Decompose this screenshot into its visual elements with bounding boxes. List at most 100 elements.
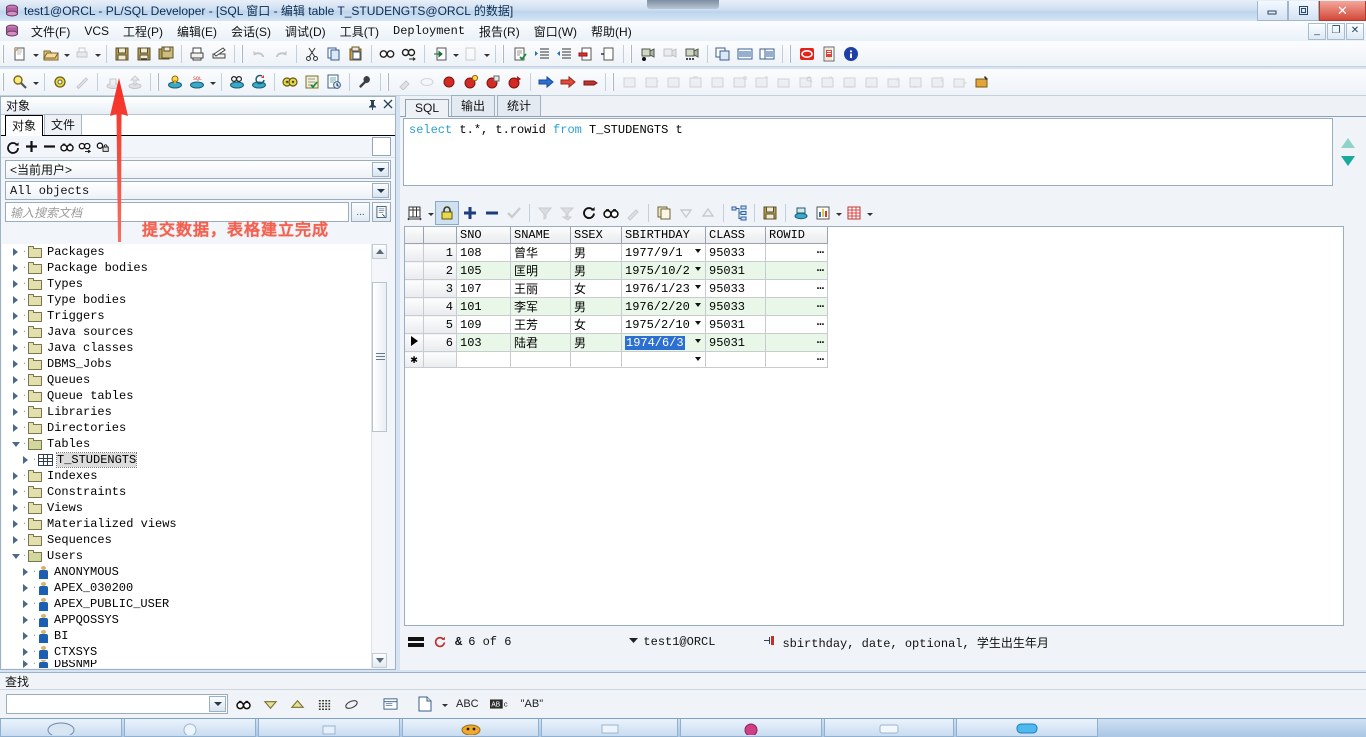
cell-sno[interactable]: 107: [456, 279, 511, 298]
insert-row-icon[interactable]: [459, 202, 481, 224]
save-grid-icon[interactable]: [759, 202, 781, 224]
cell-sno[interactable]: 101: [456, 297, 511, 316]
open-icon[interactable]: [40, 43, 62, 65]
save-icon[interactable]: [111, 43, 133, 65]
expander-icon[interactable]: [10, 296, 21, 304]
tree-item-java-sources[interactable]: · Java sources: [2, 324, 374, 340]
table-row[interactable]: 1 108 曾华 男 1977/9/1 95033 ⋯: [405, 243, 828, 262]
expander-icon[interactable]: [20, 456, 31, 464]
tree-item-tables[interactable]: · Tables: [2, 436, 374, 452]
table-row[interactable]: 4 101 李军 男 1976/2/20 95033 ⋯: [405, 297, 828, 316]
uncomment-icon[interactable]: [597, 43, 619, 65]
toolbar-grip-1[interactable]: [2, 44, 7, 63]
chevron-down-icon[interactable]: [692, 335, 704, 346]
step-icon[interactable]: [659, 43, 681, 65]
import-icon[interactable]: [429, 43, 451, 65]
search-icon[interactable]: [600, 202, 622, 224]
tab-objects[interactable]: 对象: [5, 115, 44, 136]
expander-icon[interactable]: [10, 328, 21, 336]
test-icon[interactable]: [279, 71, 301, 93]
minus-icon[interactable]: [40, 138, 58, 156]
find-case-abc-label[interactable]: ABC: [452, 693, 483, 715]
expander-icon[interactable]: [20, 600, 31, 608]
cell-rowid[interactable]: ⋯: [765, 243, 828, 262]
obj13-icon[interactable]: [883, 71, 905, 93]
grid-mode-icon[interactable]: [404, 633, 429, 651]
outdent-icon[interactable]: [553, 43, 575, 65]
expander-icon[interactable]: [10, 504, 21, 512]
tree-item-ctxsys[interactable]: · CTXSYS: [2, 644, 374, 660]
plus-icon[interactable]: [22, 138, 40, 156]
close-button[interactable]: ✕: [1319, 1, 1366, 21]
table-view-dropdown-arrow[interactable]: [865, 202, 874, 224]
cell-class[interactable]: 95033: [705, 297, 766, 316]
tree-item-sequences[interactable]: · Sequences: [2, 532, 374, 548]
expander-icon[interactable]: [10, 344, 21, 352]
cell-ssex[interactable]: 男: [570, 297, 622, 316]
grid-col-class[interactable]: CLASS: [705, 227, 766, 244]
minimize-button[interactable]: [1257, 1, 1288, 21]
comment-icon[interactable]: [575, 43, 597, 65]
expander-icon[interactable]: [10, 376, 21, 384]
chevron-down-icon[interactable]: [209, 696, 226, 712]
zoom-icon[interactable]: [9, 71, 31, 93]
find-input[interactable]: [6, 694, 228, 714]
chevron-down-icon[interactable]: [372, 162, 389, 177]
cell-rowid[interactable]: ⋯: [765, 297, 828, 316]
menu-project[interactable]: 工程(P): [116, 21, 170, 42]
grid-col-sname[interactable]: SNAME: [510, 227, 571, 244]
chart-dropdown-arrow[interactable]: [834, 202, 843, 224]
list-window-icon[interactable]: [734, 43, 756, 65]
sql-editor[interactable]: select t.*, t.rowid from T_STUDENGTS t: [403, 118, 1333, 186]
bp1-icon[interactable]: [438, 71, 460, 93]
sort-asc-icon[interactable]: [697, 202, 719, 224]
report-icon[interactable]: [323, 71, 345, 93]
chevron-down-icon[interactable]: [692, 317, 704, 328]
mdi-close-button[interactable]: ✕: [1346, 23, 1364, 40]
export-disabled-icon[interactable]: [460, 43, 482, 65]
tree-item-packages[interactable]: · Packages: [2, 244, 374, 260]
chevron-down-icon[interactable]: [629, 635, 639, 649]
tree-item-package-bodies[interactable]: · Package bodies: [2, 260, 374, 276]
refresh-status-icon[interactable]: [429, 633, 451, 651]
tree-item-java-classes[interactable]: · Java classes: [2, 340, 374, 356]
toolbar-grip-5[interactable]: [789, 44, 794, 63]
new-cell-rowid[interactable]: ⋯: [765, 351, 828, 368]
expander-icon[interactable]: [10, 264, 21, 272]
expander-icon[interactable]: [10, 472, 21, 480]
undo-icon[interactable]: [248, 43, 270, 65]
print-setup-icon[interactable]: [208, 43, 230, 65]
expander-icon[interactable]: [10, 312, 21, 320]
grid-col-rowid[interactable]: ROWID: [765, 227, 828, 244]
paste-icon[interactable]: [345, 43, 367, 65]
grid-layout-icon[interactable]: [404, 202, 426, 224]
scroll-down-arrow[interactable]: [372, 653, 387, 668]
lock-icon[interactable]: [435, 201, 459, 225]
toolbar2-grip-1[interactable]: [2, 73, 7, 91]
table-row-current[interactable]: 6 103 陆君 男 1974/6/3 95031 ⋯: [405, 333, 828, 352]
explain-plan-icon[interactable]: [226, 71, 248, 93]
step-over-icon[interactable]: [557, 71, 579, 93]
find-next-down-triangle-icon[interactable]: [258, 693, 282, 715]
explain-icon[interactable]: [509, 43, 531, 65]
edit-icon[interactable]: [622, 202, 644, 224]
macro-icon[interactable]: [681, 43, 703, 65]
obj7-icon[interactable]: [751, 71, 773, 93]
find-next-icon[interactable]: [398, 43, 420, 65]
pin-icon[interactable]: [365, 99, 380, 113]
cell-sno[interactable]: 109: [456, 315, 511, 334]
info-icon[interactable]: [840, 43, 862, 65]
tree-item-indexes[interactable]: · Indexes: [2, 468, 374, 484]
grid-col-ssex[interactable]: SSEX: [570, 227, 622, 244]
new-dropdown-arrow[interactable]: [31, 43, 40, 65]
expander-icon[interactable]: [10, 408, 21, 416]
expander-icon[interactable]: [10, 360, 21, 368]
menu-window[interactable]: 窗口(W): [527, 21, 584, 42]
table-view-icon[interactable]: [843, 202, 865, 224]
connection-segment[interactable]: test1@ORCL: [625, 633, 719, 651]
tree-item-apex-public-user[interactable]: · APEX_PUBLIC_USER: [2, 596, 374, 612]
find-match-case-icon[interactable]: AB c: [486, 693, 514, 715]
bp2-icon[interactable]: [460, 71, 482, 93]
print-preview-icon[interactable]: [71, 43, 93, 65]
cell-rowid[interactable]: ⋯: [765, 315, 828, 334]
